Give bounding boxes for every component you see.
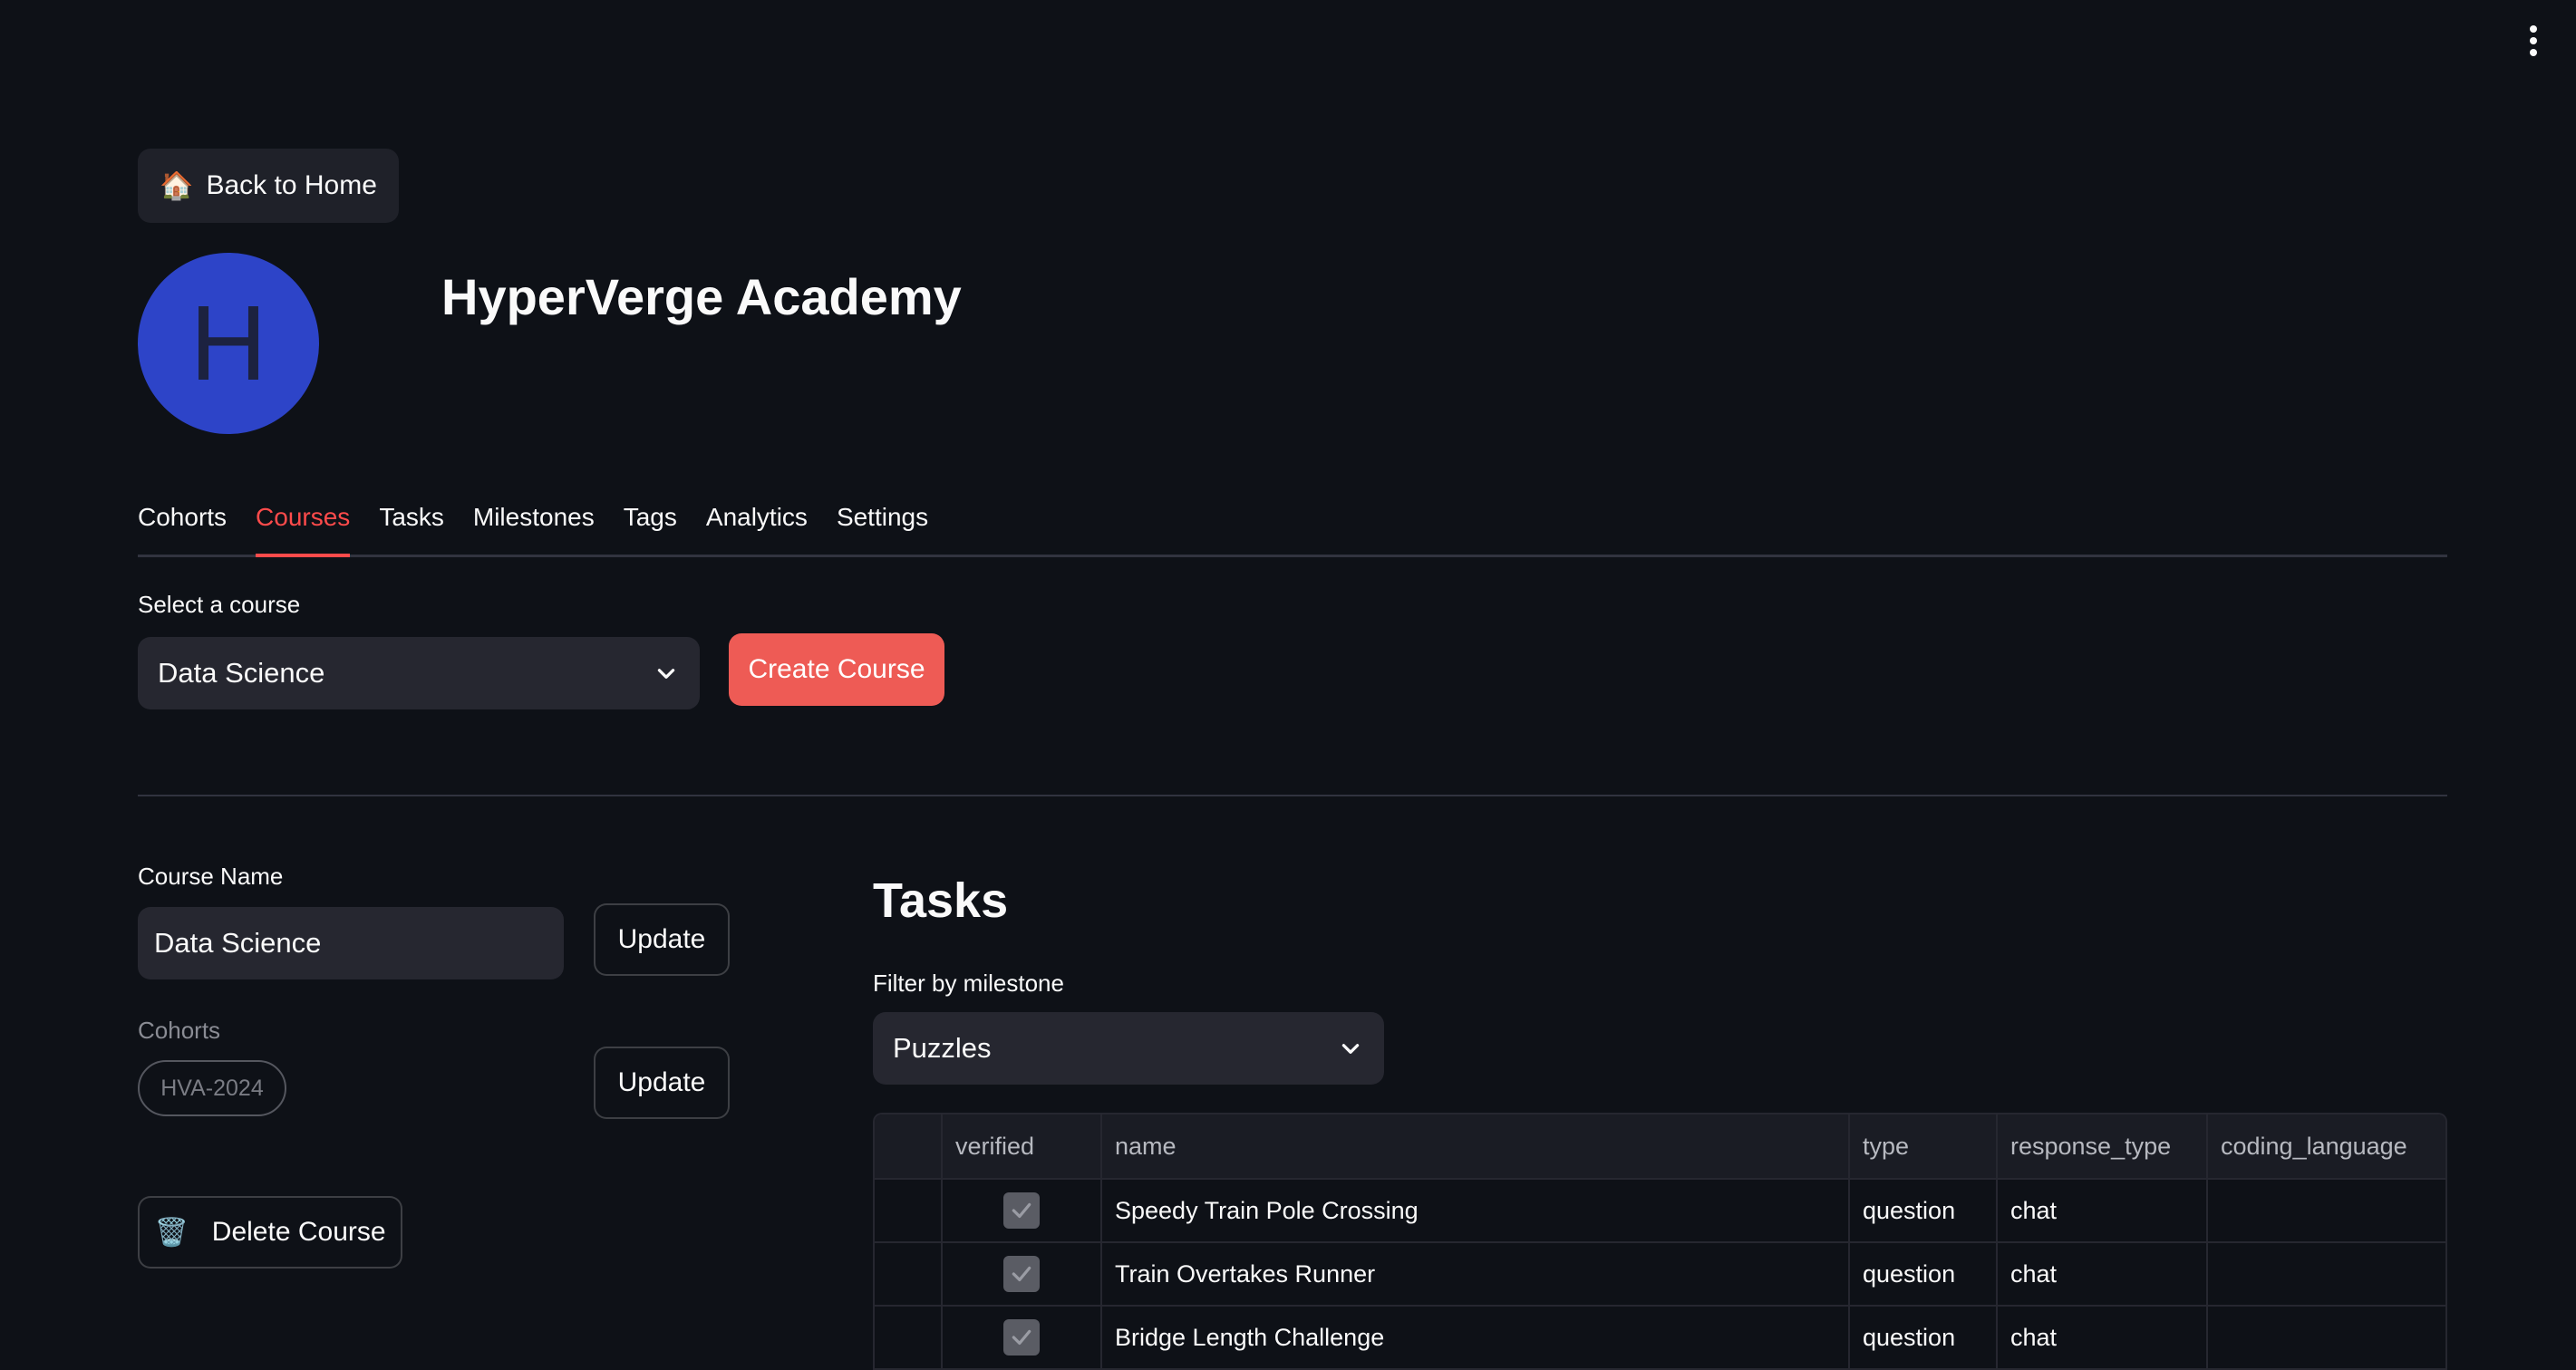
update-course-name-button[interactable]: Update: [594, 903, 730, 976]
type-cell[interactable]: question: [1849, 1306, 1998, 1370]
tab-tags[interactable]: Tags: [624, 499, 677, 555]
cohort-chip: HVA-2024: [138, 1060, 286, 1116]
type-cell[interactable]: question: [1849, 1179, 1998, 1243]
org-avatar: H: [138, 253, 319, 434]
column-header-response-type[interactable]: response_type: [1997, 1114, 2208, 1180]
tab-tasks[interactable]: Tasks: [379, 499, 444, 555]
cohorts-label: Cohorts: [138, 1017, 221, 1044]
back-to-home-button[interactable]: 🏠 Back to Home: [138, 149, 399, 223]
table-header-row: verified name type response_type coding_…: [875, 1114, 2445, 1180]
coding-language-cell[interactable]: [2207, 1242, 2445, 1307]
column-header-coding-language[interactable]: coding_language: [2207, 1114, 2445, 1180]
type-cell[interactable]: question: [1849, 1242, 1998, 1307]
response-type-cell[interactable]: chat: [1997, 1179, 2208, 1243]
delete-course-label: Delete Course: [211, 1217, 386, 1247]
column-header-index: [875, 1114, 943, 1180]
milestone-filter-select[interactable]: Puzzles: [873, 1012, 1384, 1085]
course-name-input[interactable]: [138, 907, 564, 979]
filter-milestone-label: Filter by milestone: [873, 970, 1064, 997]
checkbox-checked-icon[interactable]: [1003, 1319, 1040, 1356]
table-row[interactable]: Speedy Train Pole Crossing question chat: [875, 1179, 2445, 1243]
name-cell[interactable]: Bridge Length Challenge: [1101, 1306, 1850, 1370]
name-cell[interactable]: Train Overtakes Runner: [1101, 1242, 1850, 1307]
verified-cell[interactable]: [942, 1306, 1102, 1370]
row-index-cell[interactable]: [875, 1179, 943, 1243]
section-divider: [138, 795, 2447, 796]
avatar-letter: H: [189, 284, 267, 403]
delete-course-button[interactable]: 🗑️ Delete Course: [138, 1196, 402, 1269]
column-header-verified[interactable]: verified: [942, 1114, 1102, 1180]
name-cell[interactable]: Speedy Train Pole Crossing: [1101, 1179, 1850, 1243]
table-row[interactable]: Bridge Length Challenge question chat: [875, 1306, 2445, 1370]
course-select[interactable]: Data Science: [138, 637, 700, 709]
tab-bar: Cohorts Courses Tasks Milestones Tags An…: [138, 499, 2447, 557]
response-type-cell[interactable]: chat: [1997, 1306, 2208, 1370]
coding-language-cell[interactable]: [2207, 1179, 2445, 1243]
tab-courses[interactable]: Courses: [256, 499, 351, 557]
main-menu-kebab-icon[interactable]: [2520, 25, 2547, 56]
table-row[interactable]: Train Overtakes Runner question chat: [875, 1242, 2445, 1307]
column-header-name[interactable]: name: [1101, 1114, 1850, 1180]
tasks-table: verified name type response_type coding_…: [873, 1113, 2447, 1370]
row-index-cell[interactable]: [875, 1306, 943, 1370]
verified-cell[interactable]: [942, 1179, 1102, 1243]
course-name-label: Course Name: [138, 863, 284, 890]
page-title: HyperVerge Academy: [441, 268, 962, 325]
chevron-down-icon: [657, 669, 675, 679]
coding-language-cell[interactable]: [2207, 1306, 2445, 1370]
create-course-button[interactable]: Create Course: [729, 633, 944, 706]
tab-milestones[interactable]: Milestones: [473, 499, 595, 555]
course-select-value: Data Science: [158, 657, 325, 689]
row-index-cell[interactable]: [875, 1242, 943, 1307]
tab-analytics[interactable]: Analytics: [706, 499, 808, 555]
tasks-title: Tasks: [873, 873, 1009, 928]
select-course-label: Select a course: [138, 591, 301, 618]
update-cohorts-button[interactable]: Update: [594, 1047, 730, 1119]
response-type-cell[interactable]: chat: [1997, 1242, 2208, 1307]
home-icon: 🏠: [160, 170, 194, 201]
column-header-type[interactable]: type: [1849, 1114, 1998, 1180]
tab-settings[interactable]: Settings: [837, 499, 928, 555]
verified-cell[interactable]: [942, 1242, 1102, 1307]
tab-cohorts[interactable]: Cohorts: [138, 499, 227, 555]
chevron-down-icon: [1341, 1044, 1360, 1054]
milestone-filter-value: Puzzles: [893, 1032, 992, 1064]
trash-icon: 🗑️: [154, 1217, 189, 1248]
checkbox-checked-icon[interactable]: [1003, 1256, 1040, 1292]
checkbox-checked-icon[interactable]: [1003, 1192, 1040, 1229]
back-to-home-label: Back to Home: [206, 170, 377, 200]
